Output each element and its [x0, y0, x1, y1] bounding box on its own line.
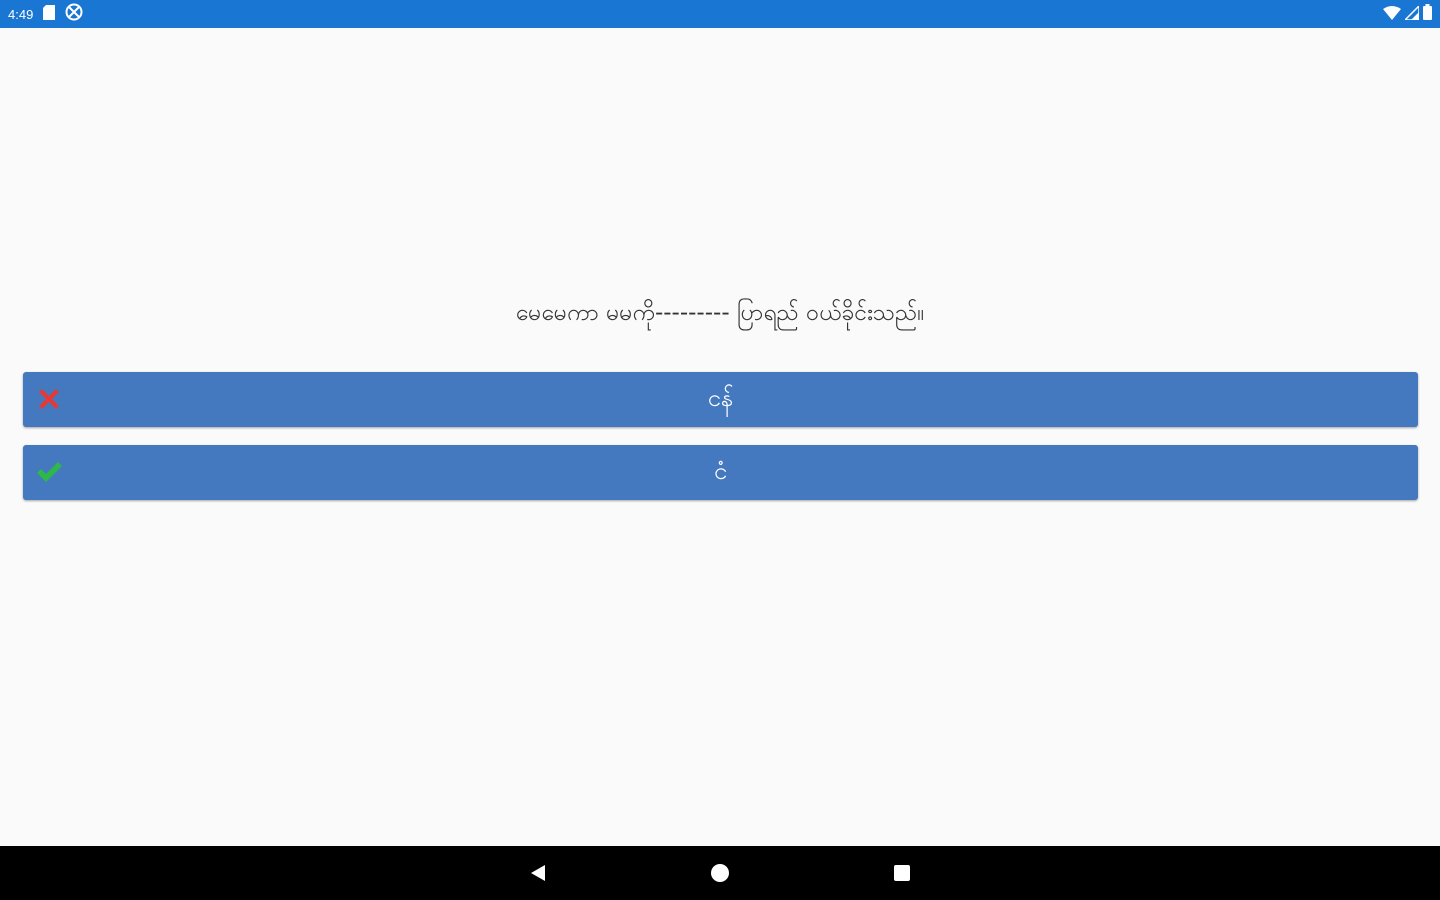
accessibility-icon: [65, 3, 83, 25]
sd-card-icon: [43, 4, 56, 24]
status-time: 4:49: [8, 6, 34, 22]
status-right: [1383, 3, 1432, 24]
answer-button-1[interactable]: ငန်: [23, 372, 1418, 427]
back-icon[interactable]: [526, 861, 550, 885]
check-icon: [35, 458, 63, 486]
answer-label-1: ငန်: [707, 383, 734, 412]
home-icon[interactable]: [708, 861, 732, 885]
cross-icon: [35, 385, 63, 413]
wifi-icon: [1383, 5, 1401, 24]
quiz-screen: မေမေကာ မမကို--------- ပြာရည် ဝယ်ခိုင်းသည…: [0, 28, 1440, 846]
signal-icon: [1403, 3, 1420, 24]
battery-icon: [1423, 4, 1432, 24]
question-text: မေမေကာ မမကို--------- ပြာရည် ဝယ်ခိုင်းသည…: [515, 300, 925, 326]
status-bar: 4:49: [0, 0, 1440, 28]
navigation-bar: [0, 846, 1440, 900]
status-left: 4:49: [8, 3, 83, 25]
answer-button-2[interactable]: ငံ: [23, 445, 1418, 500]
recents-icon[interactable]: [890, 861, 914, 885]
answer-label-2: ငံ: [713, 456, 728, 485]
